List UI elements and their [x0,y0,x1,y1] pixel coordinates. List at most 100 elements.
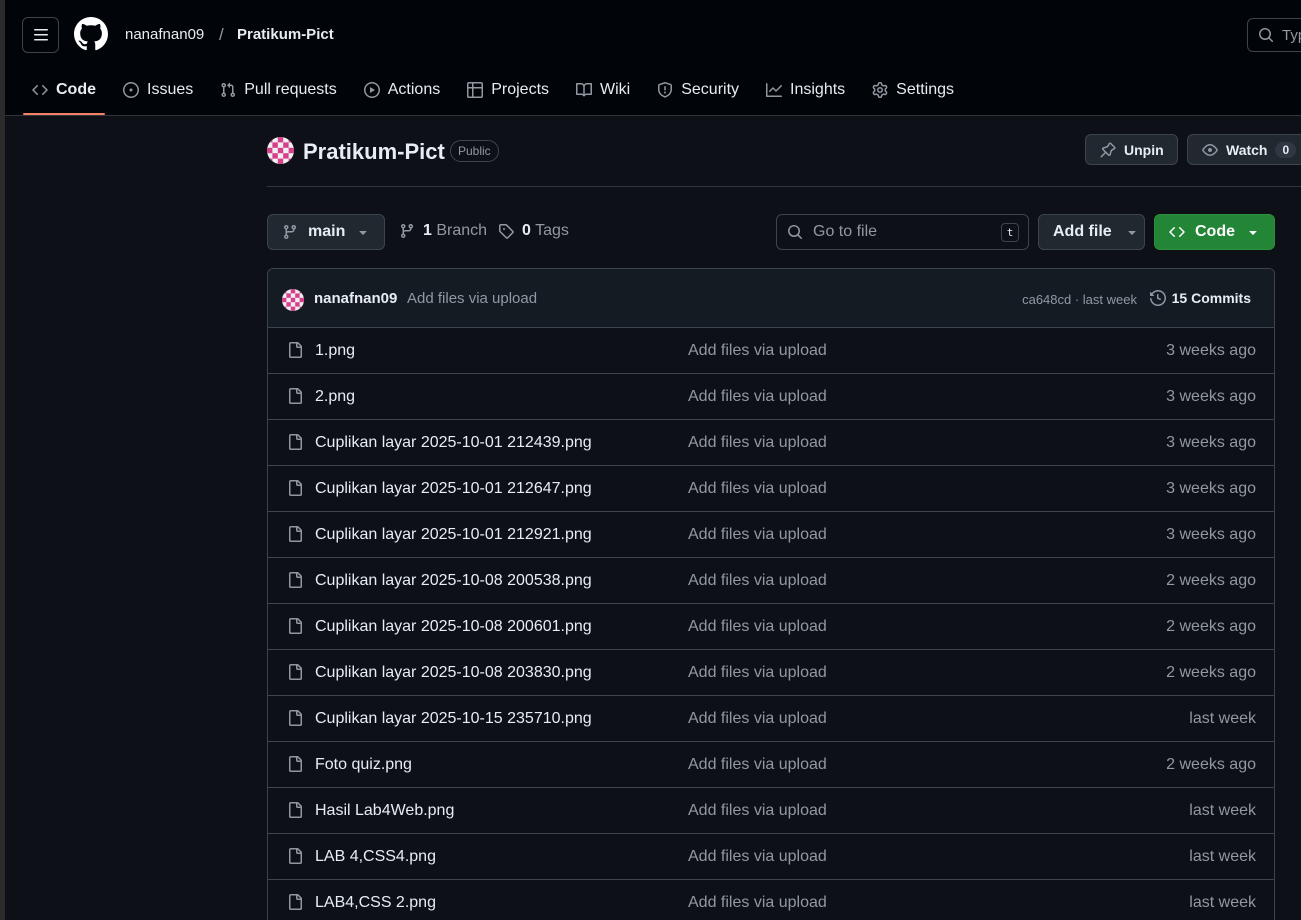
file-commit-message[interactable]: Add files via upload [688,526,827,544]
file-name-link[interactable]: Cuplikan layar 2025-10-15 235710.png [315,710,592,728]
tab-insights[interactable]: Insights [757,68,854,112]
visibility-badge: Public [450,140,499,162]
file-commit-message[interactable]: Add files via upload [688,480,827,498]
file-commit-age: 3 weeks ago [1166,526,1256,543]
file-row[interactable]: 2.png Add files via upload 3 weeks ago [268,374,1274,420]
file-commit-message[interactable]: Add files via upload [688,342,827,360]
commits-history-link[interactable]: 15 Commits [1149,290,1251,306]
tab-label: Pull requests [244,81,337,98]
breadcrumb-repo[interactable]: Pratikum-Pict [237,26,334,43]
file-row[interactable]: LAB4,CSS 2.png Add files via upload last… [268,880,1274,920]
file-name-link[interactable]: Cuplikan layar 2025-10-01 212439.png [315,434,592,452]
commit-author-avatar[interactable] [282,289,304,311]
tab-label: Settings [896,81,954,98]
file-icon [287,480,303,496]
file-name-link[interactable]: Cuplikan layar 2025-10-01 212647.png [315,480,592,498]
repo-title[interactable]: Pratikum-Pict [303,139,445,165]
go-to-file-input[interactable]: Go to file t [776,214,1029,250]
hamburger-icon [33,29,48,41]
file-commit-message[interactable]: Add files via upload [688,434,827,452]
file-row[interactable]: Foto quiz.png Add files via upload 2 wee… [268,742,1274,788]
commits-count-label: 15 Commits [1171,290,1251,306]
commit-hash-time[interactable]: ca648cd · last week [1022,292,1137,307]
file-icon [287,526,303,542]
tab-pull-requests[interactable]: Pull requests [211,68,346,112]
go-to-file-placeholder: Go to file [813,223,878,240]
repo-owner-avatar[interactable] [267,137,294,164]
commit-message[interactable]: Add files via upload [407,290,537,307]
history-icon [1149,290,1166,306]
watch-button[interactable]: Watch 0 [1187,134,1301,165]
commit-author[interactable]: nanafnan09 [314,290,397,307]
tag-icon [499,224,514,239]
shield-icon [658,82,673,98]
add-file-label: Add file [1053,223,1112,240]
file-icon [287,664,303,680]
file-icon [287,388,303,404]
file-commit-message[interactable]: Add files via upload [688,802,827,820]
file-name-link[interactable]: 2.png [315,388,355,406]
file-row[interactable]: Cuplikan layar 2025-10-01 212921.png Add… [268,512,1274,558]
file-icon [287,618,303,634]
tab-code[interactable]: Code [23,68,105,115]
breadcrumb-owner[interactable]: nanafnan09 [125,26,204,43]
file-row[interactable]: 1.png Add files via upload 3 weeks ago [268,328,1274,374]
file-row[interactable]: Cuplikan layar 2025-10-08 203830.png Add… [268,650,1274,696]
branch-count: 1 [423,222,432,239]
file-icon [287,802,303,818]
file-commit-message[interactable]: Add files via upload [688,894,827,912]
file-commit-message[interactable]: Add files via upload [688,756,827,774]
global-search[interactable]: Typ [1247,18,1301,52]
tab-label: Wiki [600,81,631,98]
file-name-link[interactable]: 1.png [315,342,355,360]
file-name-link[interactable]: Foto quiz.png [315,756,412,774]
branches-link[interactable]: 1 Branch [399,222,487,240]
github-logo-icon[interactable] [74,17,108,51]
file-name-link[interactable]: LAB 4,CSS4.png [315,848,436,866]
tab-label: Code [56,81,96,98]
tab-projects[interactable]: Projects [458,68,558,112]
file-commit-message[interactable]: Add files via upload [688,618,827,636]
tab-issues[interactable]: Issues [114,68,202,112]
tab-label: Actions [387,81,441,98]
file-row[interactable]: LAB 4,CSS4.png Add files via upload last… [268,834,1274,880]
file-row[interactable]: Cuplikan layar 2025-10-01 212439.png Add… [268,420,1274,466]
file-commit-age: 3 weeks ago [1166,434,1256,451]
file-commit-message[interactable]: Add files via upload [688,710,827,728]
unpin-button[interactable]: Unpin [1085,134,1178,165]
file-name-link[interactable]: Hasil Lab4Web.png [315,802,454,820]
tab-wiki[interactable]: Wiki [567,68,639,112]
code-dropdown-button[interactable]: Code [1154,214,1275,250]
file-row[interactable]: Cuplikan layar 2025-10-01 212647.png Add… [268,466,1274,512]
play-icon [363,82,380,98]
tags-link[interactable]: 0 Tags [498,222,569,240]
file-row[interactable]: Cuplikan layar 2025-10-15 235710.png Add… [268,696,1274,742]
branch-selector[interactable]: main [267,214,385,250]
code-icon [32,84,48,96]
file-name-link[interactable]: Cuplikan layar 2025-10-01 212921.png [315,526,592,544]
file-commit-message[interactable]: Add files via upload [688,664,827,682]
file-name-link[interactable]: Cuplikan layar 2025-10-08 203830.png [315,664,592,682]
graph-icon [766,83,783,97]
file-rows: 1.png Add files via upload 3 weeks ago 2… [268,328,1274,920]
menu-button[interactable] [22,17,59,53]
tab-label: Insights [790,81,846,98]
file-row[interactable]: Cuplikan layar 2025-10-08 200538.png Add… [268,558,1274,604]
file-icon [287,710,303,726]
tab-settings[interactable]: Settings [863,68,963,112]
file-commit-message[interactable]: Add files via upload [688,572,827,590]
file-commit-message[interactable]: Add files via upload [688,388,827,406]
file-name-link[interactable]: Cuplikan layar 2025-10-08 200601.png [315,618,592,636]
tab-security[interactable]: Security [648,68,748,112]
tab-actions[interactable]: Actions [355,68,449,112]
pin-icon [1100,141,1116,157]
file-name-link[interactable]: Cuplikan layar 2025-10-08 200538.png [315,572,592,590]
add-file-button[interactable]: Add file [1038,214,1145,250]
file-commit-message[interactable]: Add files via upload [688,848,827,866]
file-row[interactable]: Hasil Lab4Web.png Add files via upload l… [268,788,1274,834]
file-row[interactable]: Cuplikan layar 2025-10-08 200601.png Add… [268,604,1274,650]
issue-icon [123,82,139,98]
file-name-link[interactable]: LAB4,CSS 2.png [315,894,436,912]
global-header: nanafnan09 / Pratikum-Pict Typ Code Issu… [5,0,1301,116]
branch-name: main [308,223,346,240]
